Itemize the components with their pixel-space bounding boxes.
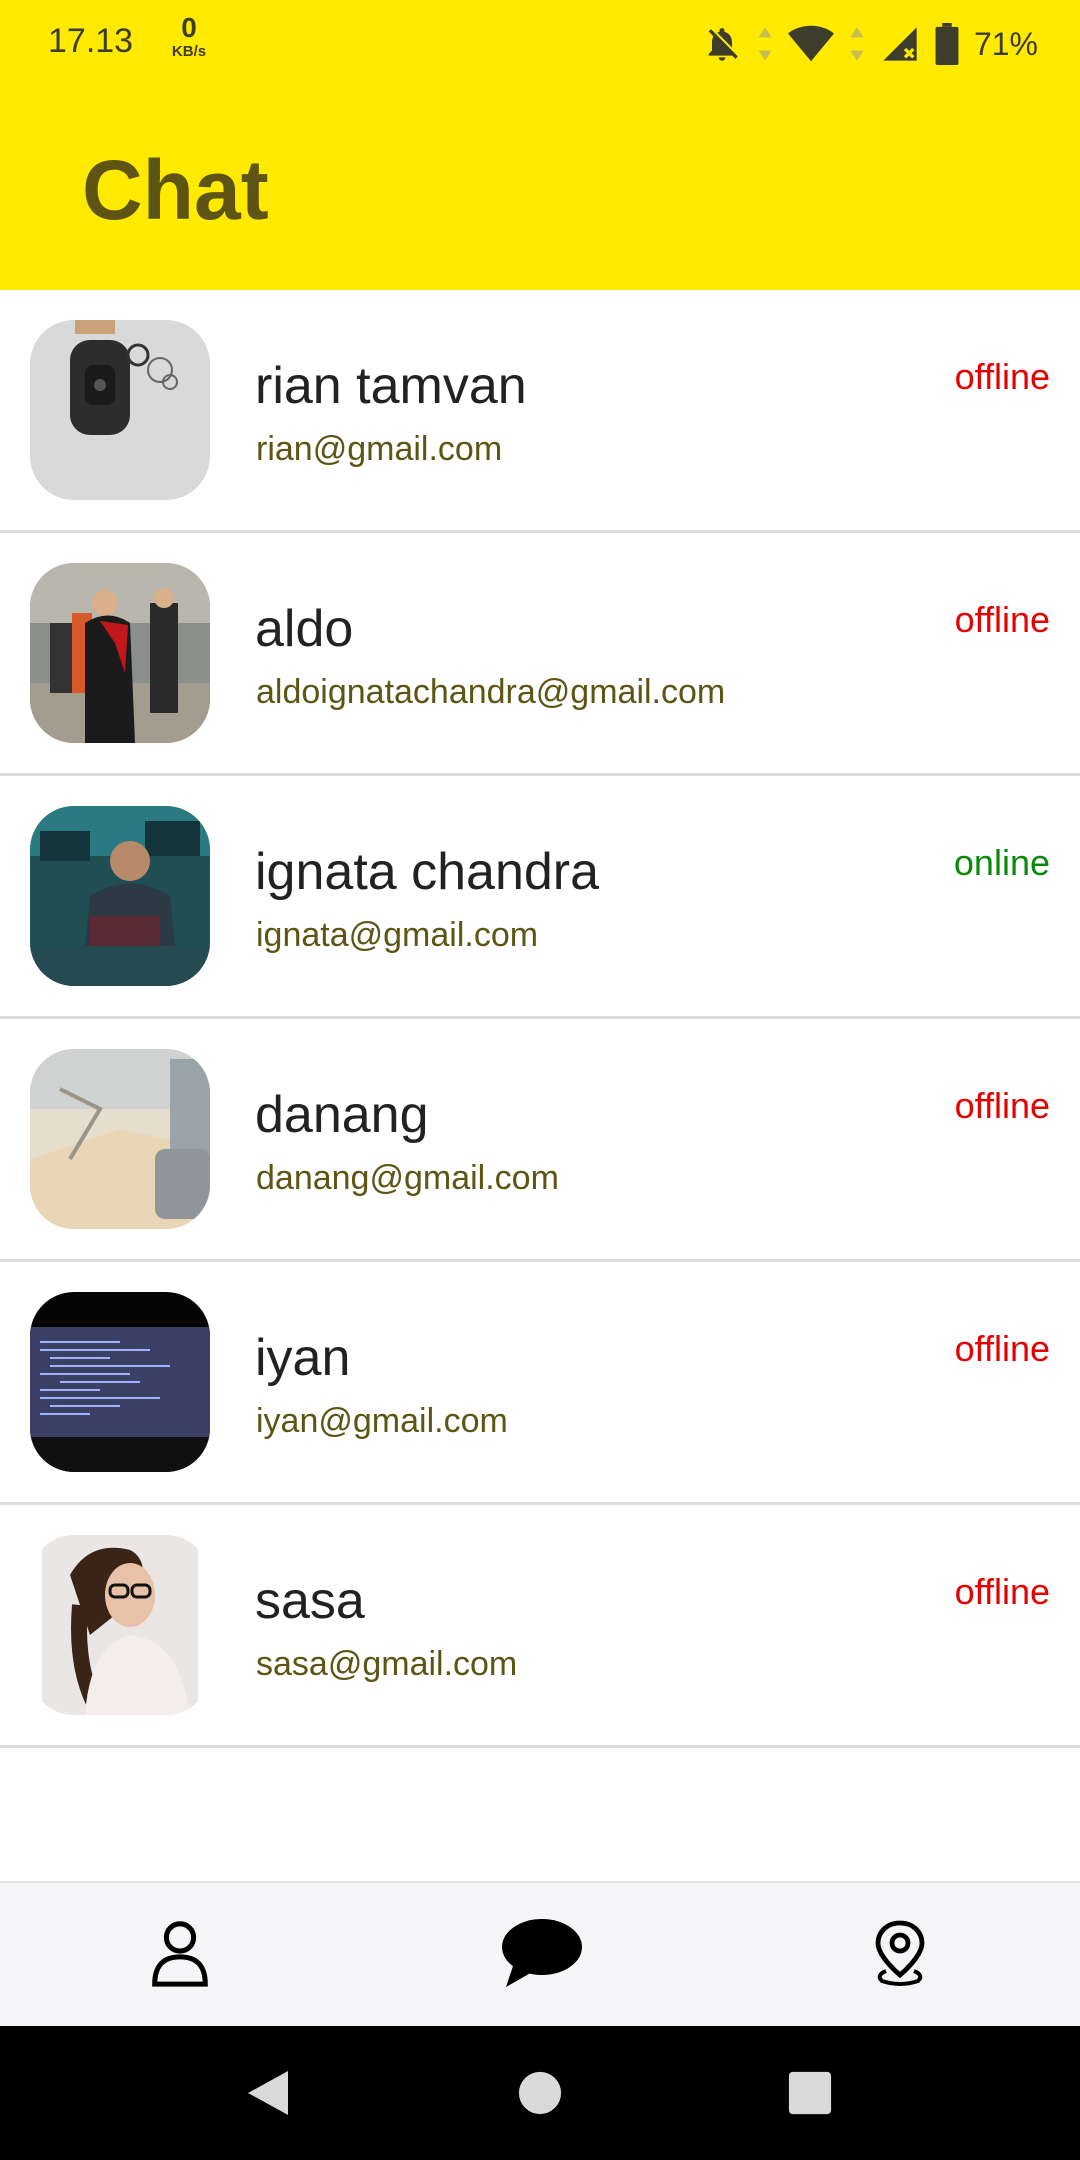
recents-icon — [788, 2071, 832, 2115]
data-arrows-icon — [850, 27, 864, 61]
avatar — [30, 1049, 210, 1229]
contact-email: danang@gmail.com — [256, 1159, 559, 1197]
status-icons: 71% — [702, 20, 1038, 68]
status-badge: online — [953, 842, 1050, 883]
contact-email: rian@gmail.com — [256, 430, 503, 468]
status-badge: offline — [954, 1328, 1050, 1369]
nav-location[interactable] — [845, 1903, 955, 2003]
avatar — [30, 806, 210, 986]
avatar — [30, 320, 210, 500]
home-icon — [518, 2071, 562, 2115]
contact-list: rian tamvan rian@gmail.com offline aldo … — [0, 290, 1080, 1748]
contact-row[interactable]: ignata chandra ignata@gmail.com online — [0, 776, 1080, 1019]
avatar — [30, 1292, 210, 1472]
contact-row[interactable]: rian tamvan rian@gmail.com offline — [0, 290, 1080, 533]
contact-email: iyan@gmail.com — [256, 1402, 508, 1440]
net-speed: 0 KB/s — [166, 12, 212, 60]
contact-row[interactable]: aldo aldoignatachandra@gmail.com offline — [0, 533, 1080, 776]
bottom-nav — [0, 1881, 1080, 2026]
net-speed-unit: KB/s — [171, 43, 207, 60]
contact-email: aldoignatachandra@gmail.com — [256, 673, 726, 711]
battery-percent: 71% — [973, 25, 1038, 62]
avatar — [30, 563, 210, 743]
contact-row[interactable]: sasa sasa@gmail.com offline — [0, 1505, 1080, 1748]
back-icon — [248, 2071, 288, 2115]
contact-row[interactable]: danang danang@gmail.com offline — [0, 1019, 1080, 1262]
nav-chat[interactable] — [485, 1903, 595, 2003]
page-title: Chat — [82, 143, 269, 237]
data-arrows-icon — [758, 27, 772, 61]
status-badge: offline — [954, 599, 1050, 640]
contact-email: ignata@gmail.com — [256, 916, 539, 954]
status-bar: 17.13 0 KB/s 71% — [0, 0, 1080, 90]
location-pin-icon — [875, 1920, 925, 1986]
wifi-icon — [787, 25, 834, 62]
contact-name: ignata chandra — [255, 843, 600, 901]
system-home-button[interactable] — [500, 2056, 580, 2130]
contact-name: sasa — [255, 1572, 365, 1630]
battery-icon — [935, 23, 959, 65]
status-time: 17.13 — [48, 22, 134, 60]
person-icon — [152, 1921, 208, 1987]
net-speed-value: 0 — [181, 12, 197, 43]
status-badge: offline — [954, 356, 1050, 397]
contact-name: aldo — [255, 600, 354, 658]
system-recents-button[interactable] — [770, 2056, 850, 2130]
contact-email: sasa@gmail.com — [256, 1645, 518, 1683]
bell-off-icon — [708, 28, 738, 61]
contact-name: iyan — [255, 1329, 351, 1387]
contact-row[interactable]: iyan iyan@gmail.com offline — [0, 1262, 1080, 1505]
chat-bubble-icon — [502, 1919, 582, 1987]
avatar — [30, 1535, 210, 1715]
signal-icon — [883, 27, 917, 61]
status-badge: offline — [954, 1085, 1050, 1126]
system-back-button[interactable] — [228, 2056, 308, 2130]
nav-profile[interactable] — [125, 1903, 235, 2003]
app-bar: Chat — [0, 90, 1080, 290]
system-nav-bar — [0, 2026, 1080, 2160]
contact-name: danang — [255, 1086, 429, 1144]
status-badge: offline — [954, 1571, 1050, 1612]
contact-name: rian tamvan — [255, 357, 527, 415]
